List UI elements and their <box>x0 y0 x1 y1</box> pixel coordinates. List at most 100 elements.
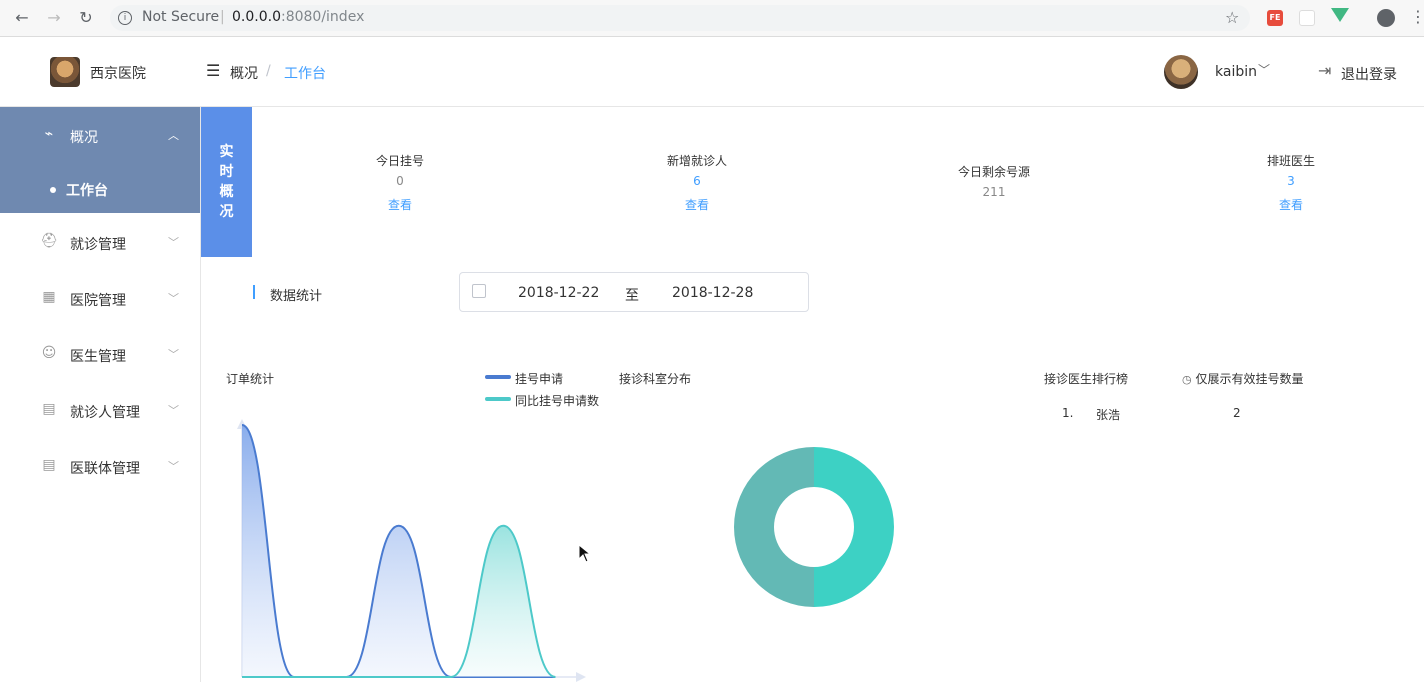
back-arrow-icon[interactable]: ← <box>12 8 32 28</box>
stat-scheduled-doctors: 排班医生 3 查看 <box>1211 152 1371 218</box>
username[interactable]: kaibin <box>1215 64 1257 80</box>
sidebar-item-label: 医院管理 <box>70 293 126 309</box>
department-donut-chart <box>734 447 894 607</box>
vue-devtools-icon[interactable] <box>1331 8 1349 22</box>
forward-arrow-icon[interactable]: → <box>44 8 64 28</box>
view-link[interactable]: 查看 <box>320 196 480 218</box>
user-avatar[interactable] <box>1164 55 1198 89</box>
rank-value: 2 <box>1233 406 1241 420</box>
chevron-down-icon: ﹀ <box>168 404 179 417</box>
donut-slice-1[interactable] <box>814 447 894 607</box>
stat-value: 3 <box>1287 174 1295 188</box>
sidebar-item-patient-management[interactable]: ▤ 就诊人管理 ﹀ <box>0 381 200 437</box>
id-card-icon: ▤ <box>42 457 56 473</box>
app-header: 西京医院 ☰ 概况 / 工作台 kaibin ﹀ ⇥ 退出登录 <box>0 37 1424 107</box>
chevron-up-icon: ︿ <box>168 129 179 142</box>
donut-slices <box>734 447 894 607</box>
tag-char: 实 <box>219 144 234 160</box>
menu-toggle-icon[interactable]: ☰ <box>206 61 220 80</box>
sidebar-item-label: 概况 <box>70 130 98 146</box>
address-bar[interactable]: i Not Secure | 0.0.0.0:8080/index ☆ <box>110 5 1250 31</box>
end-date-input[interactable]: 2018-12-28 <box>672 285 753 301</box>
sidebar-item-label: 医生管理 <box>70 349 126 365</box>
ranking-note: ◷ 仅展示有效挂号数量 <box>1182 370 1303 387</box>
sidebar-item-workbench[interactable]: 工作台 <box>0 163 200 213</box>
stat-label: 今日挂号 <box>375 154 424 168</box>
hospital-logo <box>50 57 80 87</box>
address-separator: | <box>220 9 225 25</box>
url-path: :8080/index <box>280 9 365 25</box>
tag-char: 时 <box>219 164 234 180</box>
chevron-down-icon[interactable]: ﹀ <box>1258 61 1270 78</box>
ranking-note-text: 仅展示有效挂号数量 <box>1195 372 1304 386</box>
browser-toolbar: ← → ↻ i Not Secure | 0.0.0.0:8080/index … <box>0 0 1424 37</box>
id-card-icon: ▤ <box>42 401 56 417</box>
stat-remaining-slots: 今日剩余号源 211 <box>914 163 1074 207</box>
chevron-down-icon: ﹀ <box>168 348 179 361</box>
donut-slice-2[interactable] <box>734 447 814 607</box>
clock-icon: ◷ <box>1182 373 1192 386</box>
logout-icon[interactable]: ⇥ <box>1318 61 1331 80</box>
sidebar: ⌁ 概况 ︿ 工作台 ⛑ 就诊管理 ﹀ ▦ 医院管理 ﹀ ☺ 医生管理 ﹀ ▤ … <box>0 107 201 682</box>
sidebar-item-hospital-management[interactable]: ▦ 医院管理 ﹀ <box>0 269 200 325</box>
line-chart-icon: ⌁ <box>44 126 54 142</box>
legend-series2: 同比挂号申请数 <box>515 394 600 408</box>
doctor-ranking-title: 接诊医生排行榜 <box>1044 372 1129 386</box>
chevron-down-icon: ﹀ <box>168 460 179 473</box>
order-chart-title: 订单统计 <box>226 372 275 386</box>
sidebar-item-label: 就诊人管理 <box>70 405 140 421</box>
order-area-chart <box>237 419 586 682</box>
stat-value: 0 <box>396 174 404 188</box>
stat-label: 今日剩余号源 <box>957 165 1030 179</box>
security-label: Not Secure <box>142 9 220 25</box>
logout-button[interactable]: 退出登录 <box>1341 64 1397 84</box>
sidebar-item-visit-management[interactable]: ⛑ 就诊管理 ﹀ <box>0 213 200 269</box>
stat-label: 新增就诊人 <box>666 154 727 168</box>
tag-char: 概 <box>219 184 234 200</box>
fe-extension-icon[interactable]: FE <box>1267 10 1283 26</box>
sidebar-item-label: 医联体管理 <box>70 461 140 477</box>
stat-today-registrations: 今日挂号 0 查看 <box>320 152 480 218</box>
start-date-input[interactable]: 2018-12-22 <box>518 285 599 301</box>
view-link[interactable]: 查看 <box>617 196 777 218</box>
url-host: 0.0.0.0 <box>232 9 281 25</box>
sidebar-item-label: 工作台 <box>66 183 108 199</box>
stat-label: 排班医生 <box>1266 154 1315 168</box>
bullet-dot <box>50 187 56 193</box>
account-icon[interactable] <box>1377 9 1395 27</box>
mouse-cursor-icon <box>578 544 592 563</box>
sidebar-item-doctor-management[interactable]: ☺ 医生管理 ﹀ <box>0 325 200 381</box>
blank-extension-icon[interactable] <box>1299 10 1315 26</box>
url-text[interactable]: 0.0.0.0:8080/index <box>232 9 364 25</box>
rank-number: 1. <box>1062 406 1074 420</box>
breadcrumb-workbench: 工作台 <box>284 66 326 82</box>
date-range-picker[interactable]: 2018-12-22 至 2018-12-28 <box>459 272 809 312</box>
stat-value: 211 <box>982 185 1006 199</box>
chevron-down-icon: ﹀ <box>168 236 179 249</box>
legend-swatch-series2 <box>485 397 511 401</box>
building-icon: ▦ <box>42 289 56 305</box>
doctor-icon: ☺ <box>41 345 57 361</box>
data-stats-label: 数据统计 <box>270 289 323 304</box>
browser-menu-icon[interactable]: ⋮ <box>1410 7 1424 27</box>
sidebar-item-label: 就诊管理 <box>70 237 126 253</box>
rank-doctor-name: 张浩 <box>1096 408 1121 422</box>
x-axis-arrow <box>576 672 586 682</box>
department-chart-title: 接诊科室分布 <box>619 372 692 386</box>
tag-char: 况 <box>219 204 234 220</box>
realtime-overview-tag: 实 时 概 况 <box>201 107 252 257</box>
info-icon[interactable]: i <box>118 11 132 25</box>
view-link[interactable]: 查看 <box>1211 196 1371 218</box>
reload-icon[interactable]: ↻ <box>76 8 96 28</box>
stat-new-patients: 新增就诊人 6 查看 <box>617 152 777 218</box>
hospital-name: 西京医院 <box>90 66 146 82</box>
sidebar-item-alliance-management[interactable]: ▤ 医联体管理 ﹀ <box>0 437 200 493</box>
sidebar-item-overview[interactable]: ⌁ 概况 ︿ <box>0 107 200 163</box>
breadcrumb-overview[interactable]: 概况 <box>230 63 258 83</box>
stat-value: 6 <box>693 174 701 188</box>
bookmark-star-icon[interactable]: ☆ <box>1225 8 1239 27</box>
legend-series1: 挂号申请 <box>515 372 564 386</box>
medical-kit-icon: ⛑ <box>40 233 58 249</box>
calendar-icon <box>472 284 486 298</box>
chevron-down-icon: ﹀ <box>168 292 179 305</box>
